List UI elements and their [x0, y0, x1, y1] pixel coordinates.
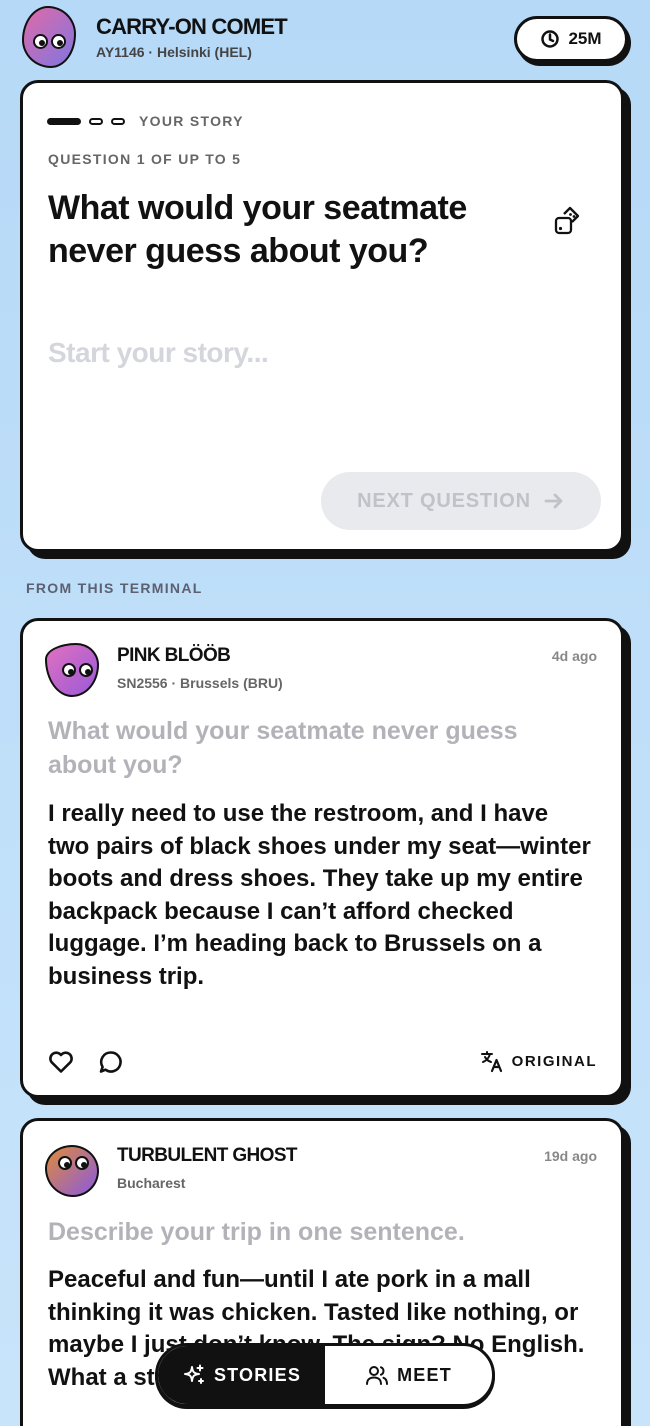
next-question-label: NEXT QUESTION	[357, 489, 531, 512]
tab-meet-label: MEET	[397, 1364, 452, 1385]
user-avatar[interactable]	[22, 6, 76, 68]
story-input[interactable]: Start your story...	[48, 337, 269, 369]
comment-icon[interactable]	[98, 1049, 124, 1075]
story-answer: I really need to use the restroom, and I…	[48, 800, 591, 990]
question-text: What would your seatmate never guess abo…	[48, 189, 467, 270]
next-question-button[interactable]: NEXT QUESTION	[321, 472, 601, 530]
shuffle-question-button[interactable]	[551, 205, 585, 244]
story-time: 19d ago	[544, 1148, 597, 1164]
progress-step	[111, 117, 125, 125]
avatar-eyes	[58, 1156, 89, 1170]
author-meta: SN2556 · Brussels (BRU)	[117, 675, 283, 691]
progress-step-active	[47, 117, 81, 125]
story-time: 4d ago	[551, 648, 597, 664]
author-name: PINK BLÖÖB	[117, 645, 231, 666]
story-composer: YOUR STORY QUESTION 1 OF UP TO 5 What wo…	[20, 80, 624, 552]
composer-label: YOUR STORY	[139, 113, 244, 129]
flight-info: AY1146 · Helsinki (HEL)	[96, 44, 252, 60]
feed-section-title: FROM THIS TERMINAL	[26, 580, 203, 596]
timer-badge[interactable]: 25M	[514, 16, 628, 62]
app-header: CARRY-ON COMET AY1146 · Helsinki (HEL) 2…	[22, 6, 628, 70]
avatar-eyes	[62, 663, 93, 677]
translate-toggle[interactable]: ORIGINAL	[480, 1049, 597, 1073]
sparkles-icon	[183, 1364, 204, 1384]
app-title: CARRY-ON COMET	[96, 14, 288, 39]
author-name: TURBULENT GHOST	[117, 1145, 298, 1166]
story-actions	[48, 1049, 124, 1075]
tab-stories-label: STORIES	[213, 1364, 302, 1385]
timer-value: 25M	[568, 29, 602, 48]
heart-icon[interactable]	[48, 1050, 74, 1074]
dice-icon	[554, 206, 580, 235]
story-question: Describe your trip in one sentence.	[48, 1218, 465, 1246]
bottom-tab-bar: STORIES MEET	[155, 1343, 495, 1407]
translate-label: ORIGINAL	[511, 1052, 597, 1070]
author-avatar[interactable]	[45, 1145, 99, 1197]
story-card[interactable]: PINK BLÖÖB SN2556 · Brussels (BRU) 4d ag…	[20, 618, 624, 1098]
translate-icon	[480, 1051, 502, 1073]
question-counter: QUESTION 1 OF UP TO 5	[48, 151, 242, 167]
tab-stories[interactable]: STORIES	[158, 1346, 325, 1404]
question-progress: YOUR STORY	[47, 113, 244, 129]
author-meta: Bucharest	[117, 1175, 186, 1191]
clock-icon	[541, 30, 560, 48]
arrow-right-icon	[544, 493, 563, 509]
tab-meet[interactable]: MEET	[325, 1346, 492, 1404]
progress-step	[89, 117, 103, 125]
users-icon	[366, 1366, 389, 1385]
story-question: What would your seatmate never guess abo…	[48, 717, 518, 779]
avatar-eyes	[33, 34, 66, 49]
author-avatar[interactable]	[45, 643, 99, 697]
